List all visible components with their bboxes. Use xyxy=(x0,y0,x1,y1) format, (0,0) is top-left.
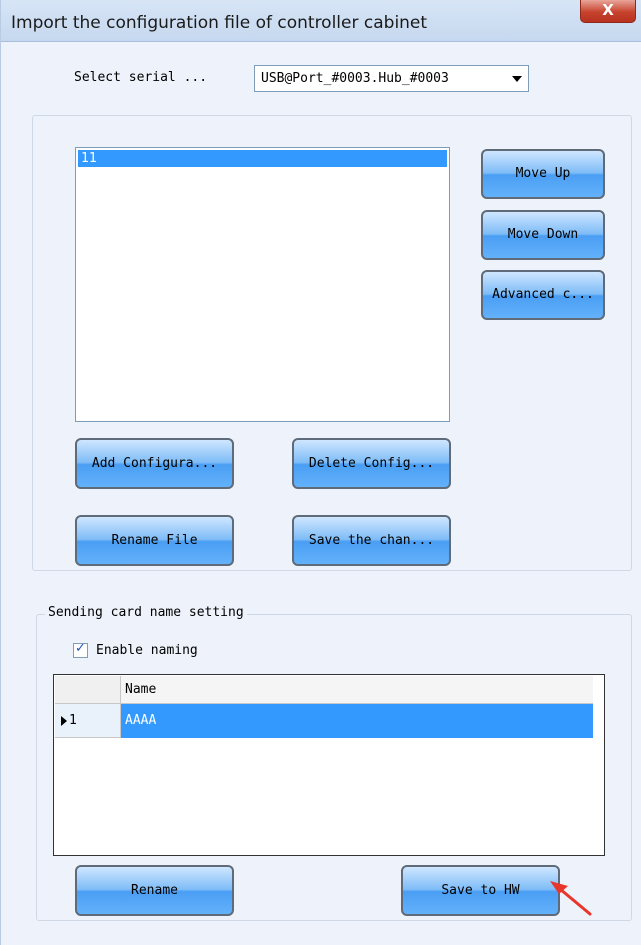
rename-label: Rename xyxy=(131,883,178,898)
config-file-list[interactable]: 11 xyxy=(75,147,450,422)
triangle-right-icon xyxy=(61,716,67,726)
enable-naming-label[interactable]: Enable naming xyxy=(96,643,198,658)
row-number: 1 xyxy=(69,713,77,728)
save-to-hw-label: Save to HW xyxy=(441,883,520,898)
window-title: Import the configuration file of control… xyxy=(11,13,428,33)
red-arrow-pointer-icon xyxy=(550,881,592,916)
delete-configuration-label: Delete Config... xyxy=(308,456,435,471)
add-configuration-label: Add Configura... xyxy=(91,456,218,471)
rename-file-button[interactable]: Rename File xyxy=(75,515,234,566)
checkmark-icon: ✓ xyxy=(75,641,86,656)
enable-naming-checkbox[interactable]: ✓ xyxy=(73,641,88,658)
rename-button[interactable]: Rename xyxy=(75,865,234,916)
save-to-hw-button[interactable]: Save to HW xyxy=(401,865,560,916)
column-header-name[interactable]: Name xyxy=(121,676,593,704)
move-up-label: Move Up xyxy=(515,166,571,181)
list-item[interactable]: 11 xyxy=(78,150,447,167)
move-up-button[interactable]: Move Up xyxy=(481,149,605,199)
name-table[interactable]: Name 1 AAAA xyxy=(53,674,605,856)
title-bar: Import the configuration file of control… xyxy=(1,0,641,42)
advanced-button[interactable]: Advanced c... xyxy=(481,270,605,320)
table-corner-header xyxy=(55,676,121,704)
delete-configuration-button[interactable]: Delete Config... xyxy=(292,438,451,489)
serial-port-select[interactable]: USB@Port_#0003.Hub_#0003 xyxy=(254,65,529,92)
chevron-down-icon[interactable] xyxy=(512,76,522,82)
serial-label: Select serial ... xyxy=(74,70,208,85)
group-title: Sending card name setting xyxy=(45,605,247,620)
close-button[interactable]: X xyxy=(580,0,636,23)
row-header[interactable]: 1 xyxy=(55,704,121,738)
move-down-label: Move Down xyxy=(507,227,579,242)
add-configuration-button[interactable]: Add Configura... xyxy=(75,438,234,489)
save-changes-button[interactable]: Save the chan... xyxy=(292,515,451,566)
advanced-label: Advanced c... xyxy=(492,287,594,302)
serial-port-value: USB@Port_#0003.Hub_#0003 xyxy=(261,71,449,86)
close-icon: X xyxy=(602,1,614,19)
save-changes-label: Save the chan... xyxy=(308,533,435,548)
move-down-button[interactable]: Move Down xyxy=(481,210,605,260)
rename-file-label: Rename File xyxy=(111,533,198,548)
table-cell-name[interactable]: AAAA xyxy=(121,704,593,738)
dialog-window: Import the configuration file of control… xyxy=(0,0,641,945)
